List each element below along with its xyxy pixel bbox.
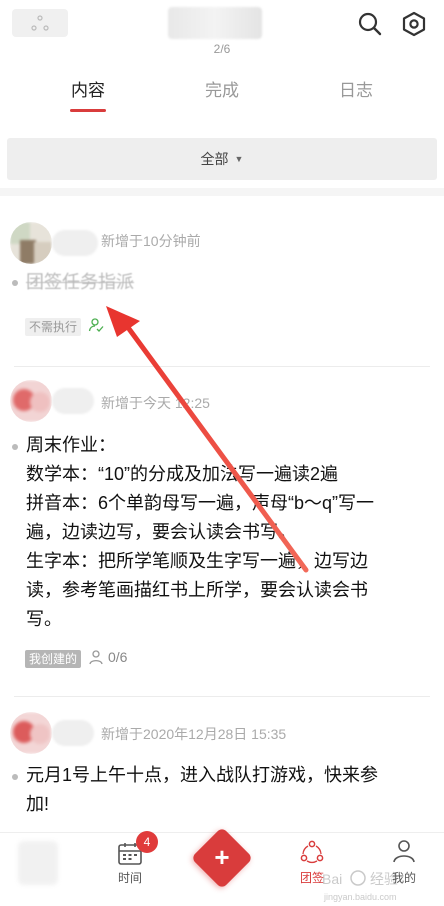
notification-badge: 4 xyxy=(136,831,158,853)
author-name-redacted xyxy=(52,388,94,414)
task-line: 生字本：把所学笔顺及生字写一遍，边写边 xyxy=(26,551,368,571)
svg-text:Bai: Bai xyxy=(322,871,342,887)
task-line: 拼音本：6个单韵母写一遍，声母“b～q”写一 xyxy=(26,493,375,513)
svg-text:经验: 经验 xyxy=(370,871,398,887)
task-line: 数学本：“10”的分成及加法写一遍读2遍 xyxy=(26,464,339,484)
tab-log[interactable]: 日志 xyxy=(326,76,386,101)
task-line: 加! xyxy=(26,794,50,814)
filter-label: 全部 xyxy=(200,151,229,167)
page-indicator: 2/6 xyxy=(213,42,231,56)
bullet xyxy=(12,774,18,780)
team-sign-icon xyxy=(300,840,324,863)
task-text: 周末作业： 数学本：“10”的分成及加法写一遍读2遍 拼音本：6个单韵母写一遍，… xyxy=(26,431,430,634)
tab-done[interactable]: 完成 xyxy=(192,76,252,101)
user-profile-icon xyxy=(393,840,415,863)
task-text: 团签任务指派 xyxy=(26,272,134,292)
nav-label-time: 时间 xyxy=(117,871,142,885)
section-separator xyxy=(0,188,444,196)
bullet xyxy=(12,444,18,450)
watermark-url: jingyan.baidu.com xyxy=(323,892,397,902)
created-time: 新增于10分钟前 xyxy=(101,233,201,249)
created-by-me-tag: 我创建的 xyxy=(25,650,82,668)
team-icon xyxy=(31,15,49,31)
avatar xyxy=(10,712,52,754)
feed-card[interactable]: 新增于10分钟前 团签任务指派 不需执行 xyxy=(0,210,444,368)
bullet xyxy=(12,280,18,286)
created-time: 新增于2020年12月28日 15:35 xyxy=(101,726,287,742)
plus-icon: + xyxy=(214,842,230,872)
status-tag: 不需执行 xyxy=(25,318,82,336)
task-line: 读，参考笔画描红书上所学，要会认读会书 xyxy=(26,580,368,600)
nav-item-time[interactable]: 4 时间 xyxy=(100,831,160,893)
task-text: 元月1号上午十点，进入战队打游戏，快来参 加! xyxy=(26,761,430,819)
team-name-redacted xyxy=(168,7,262,39)
team-switch-button[interactable] xyxy=(12,9,68,37)
settings-icon[interactable] xyxy=(400,10,428,38)
feed-card[interactable]: 新增于2020年12月28日 15:35 元月1号上午十点，进入战队打游戏，快来… xyxy=(0,702,444,832)
assignee-button[interactable] xyxy=(88,317,104,333)
divider xyxy=(14,366,430,367)
baidu-jingyan-watermark: Bai 经验 jingyan.baidu.com xyxy=(318,866,428,906)
assignee-progress[interactable]: 0/6 xyxy=(88,649,127,665)
user-icon xyxy=(89,650,103,665)
created-time: 新增于今天 12:25 xyxy=(101,395,210,411)
active-tab-indicator xyxy=(70,109,106,112)
author-name-redacted xyxy=(52,720,94,746)
task-line: 周末作业： xyxy=(26,435,116,455)
progress-count: 0/6 xyxy=(108,649,128,665)
avatar xyxy=(10,380,52,422)
search-icon[interactable] xyxy=(356,10,384,38)
filter-dropdown[interactable]: 全部 ▼ xyxy=(7,138,437,180)
avatar xyxy=(10,222,52,264)
divider xyxy=(14,696,430,697)
nav-item-redacted[interactable] xyxy=(18,841,58,885)
caret-down-icon: ▼ xyxy=(234,154,244,164)
top-bar: 2/6 xyxy=(0,0,444,60)
tab-content[interactable]: 内容 xyxy=(58,76,118,101)
user-check-icon xyxy=(88,318,104,332)
task-line: 写。 xyxy=(26,609,62,629)
feed-card[interactable]: 新增于今天 12:25 周末作业： 数学本：“10”的分成及加法写一遍读2遍 拼… xyxy=(0,372,444,692)
tab-bar: 内容 完成 日志 xyxy=(0,70,444,114)
author-name-redacted xyxy=(52,230,98,256)
task-line: 元月1号上午十点，进入战队打游戏，快来参 xyxy=(26,765,379,785)
task-line: 遍，边读边写，要会认读会书写。 xyxy=(26,522,296,542)
app-screen: 2/6 内容 完成 日志 全部 ▼ 新增于10分钟前 团签任务指派 不需执行 新… xyxy=(0,0,444,906)
